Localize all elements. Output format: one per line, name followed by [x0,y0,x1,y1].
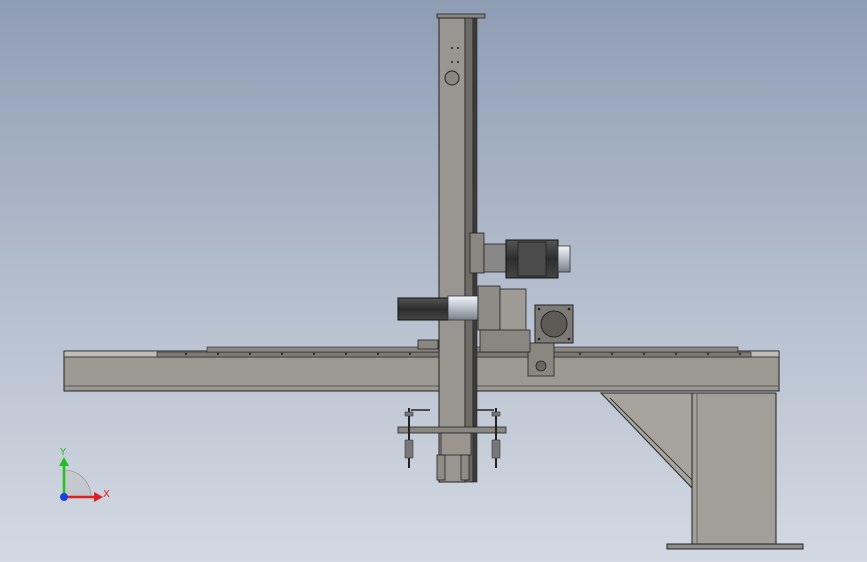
x-axis-label: X [103,489,110,500]
left-spring-rod [404,408,430,468]
cad-viewport[interactable]: Y X [0,0,867,562]
right-spring-rod [477,408,501,468]
z-axis-dot-icon [60,493,68,501]
coordinate-triad[interactable]: Y X [59,447,110,502]
support-stand [599,392,804,550]
horizontal-beam [63,339,780,392]
upper-servo-motor [469,232,571,279]
y-axis-label: Y [59,447,67,458]
gantry-model: Y X [59,13,804,550]
triad-plane-icon [63,469,92,498]
